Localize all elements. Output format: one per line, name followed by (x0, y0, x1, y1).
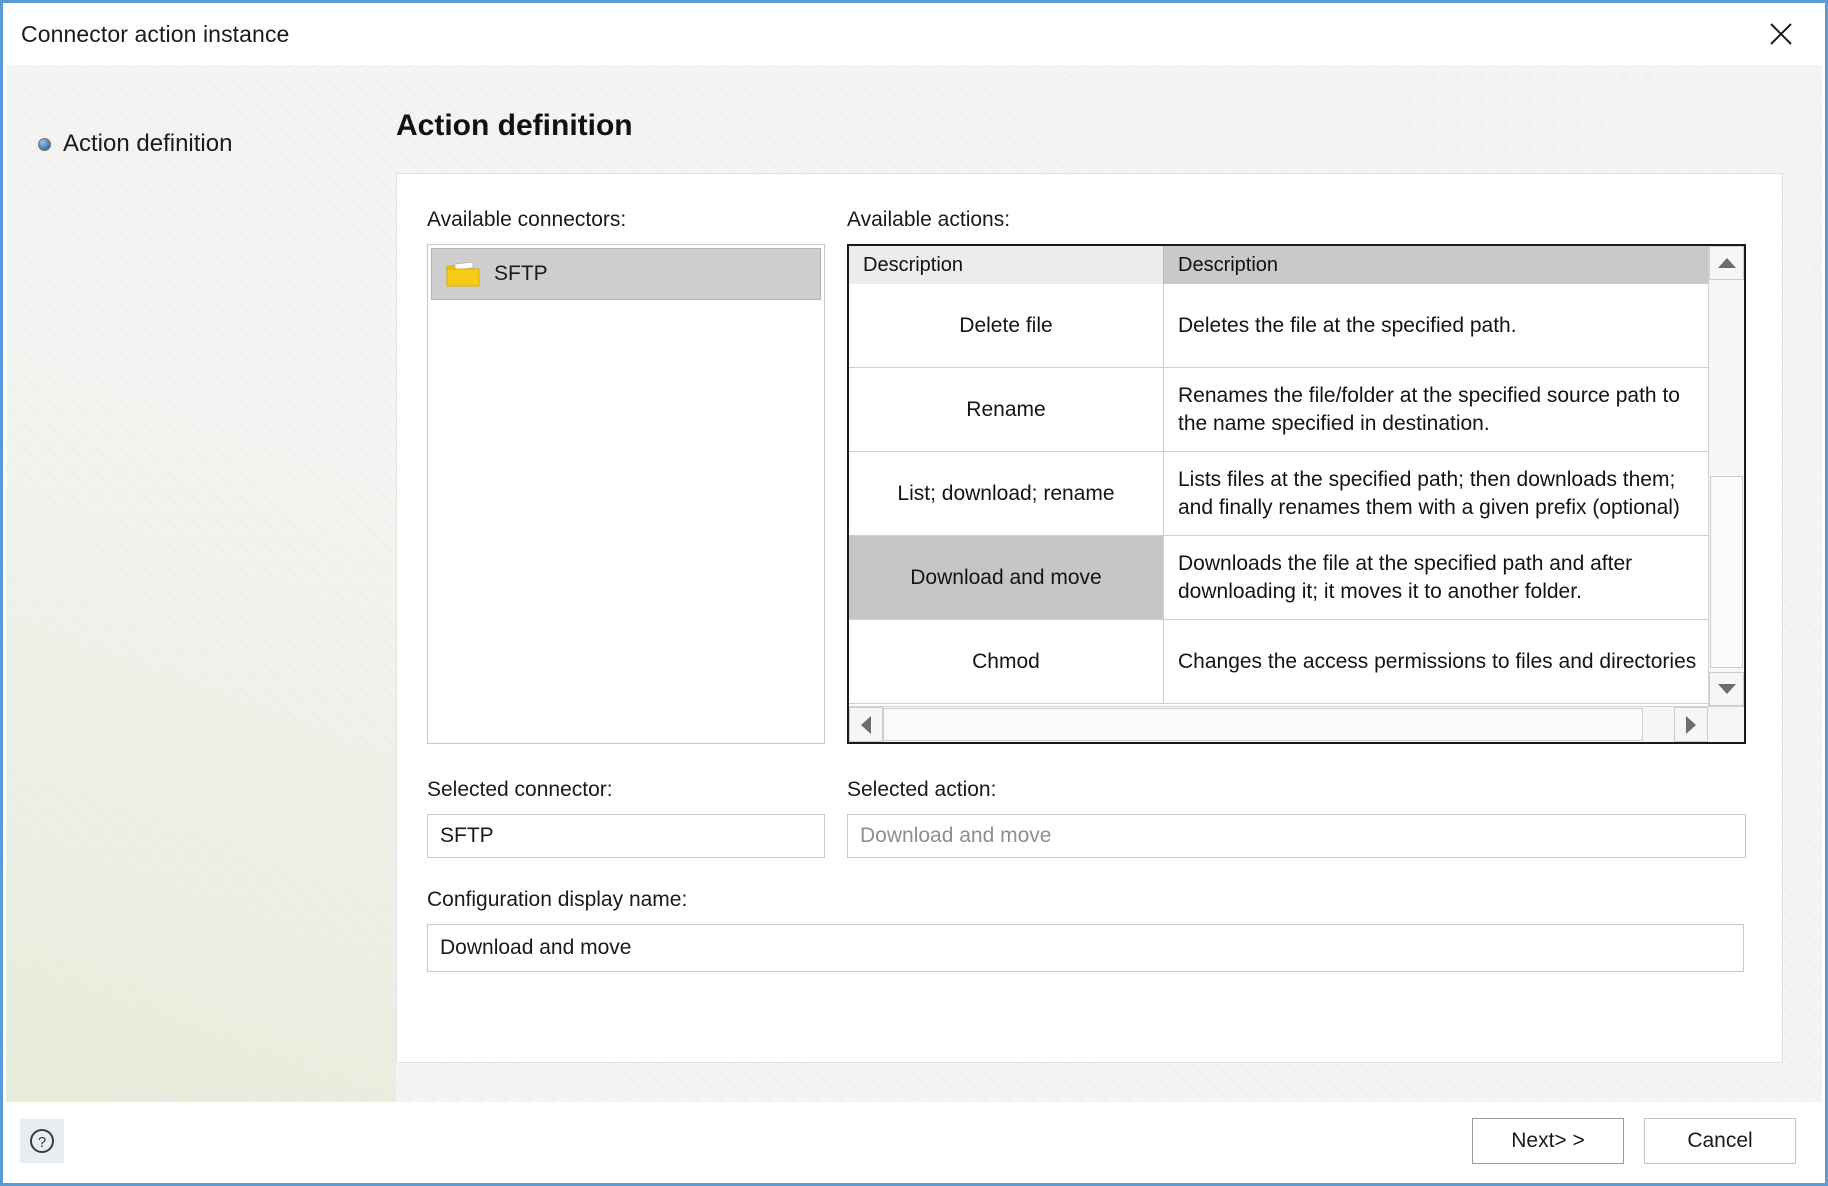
selected-connector-input[interactable]: SFTP (427, 814, 825, 858)
available-actions-grid[interactable]: Description Description Delete file Delet… (847, 244, 1746, 744)
main-content: Action definition Available connectors: (391, 65, 1822, 1105)
selected-action-group: Selected action: Download and move (847, 778, 1746, 858)
selected-action-label: Selected action: (847, 778, 997, 801)
footer-button-group: Next> > Cancel (1472, 1118, 1796, 1164)
help-button[interactable]: ? (20, 1119, 64, 1163)
next-button[interactable]: Next> > (1472, 1118, 1624, 1164)
action-name-cell[interactable]: Rename (849, 368, 1163, 451)
title-bar: Connector action instance (3, 3, 1825, 65)
scrollbar-corner (1708, 707, 1744, 742)
connector-item-sftp[interactable]: SFTP (431, 248, 821, 300)
arrow-left-icon (861, 715, 871, 734)
actions-horizontal-scrollbar[interactable] (849, 706, 1744, 742)
actions-section: Available actions: Description Descripti… (847, 208, 1746, 744)
scroll-down-button[interactable] (1709, 672, 1744, 706)
table-row[interactable]: Download and move Downloads the file at t… (849, 536, 1708, 620)
vertical-scroll-track[interactable] (1709, 280, 1744, 672)
cancel-button[interactable]: Cancel (1644, 1118, 1796, 1164)
scroll-up-button[interactable] (1709, 246, 1744, 280)
action-description-cell[interactable]: Deletes the file at the specified path. (1163, 284, 1708, 367)
action-description-cell[interactable]: Changes the access permissions to files … (1163, 620, 1708, 703)
horizontal-scroll-thumb[interactable] (883, 708, 1643, 741)
sidebar: Action definition (6, 65, 391, 1105)
close-button[interactable] (1755, 11, 1807, 57)
scroll-left-button[interactable] (849, 707, 883, 742)
actions-grid-body: Delete file Deletes the file at the speci… (849, 284, 1708, 706)
action-name-cell[interactable]: Download and move (849, 536, 1163, 619)
dialog-body: Action definition Action definition Avai… (6, 65, 1822, 1105)
page-title: Action definition (396, 109, 633, 142)
column-header-name[interactable]: Description (849, 246, 1163, 284)
svg-text:?: ? (38, 1134, 46, 1151)
selected-connector-group: Selected connector: SFTP (427, 778, 825, 858)
arrow-up-icon (1717, 258, 1736, 268)
dialog-footer: ? Next> > Cancel (6, 1102, 1822, 1180)
selected-connector-label: Selected connector: (427, 778, 613, 801)
table-row[interactable]: Delete file Deletes the file at the speci… (849, 284, 1708, 368)
configuration-display-name-input[interactable]: Download and move (427, 924, 1744, 972)
vertical-scroll-thumb[interactable] (1710, 476, 1743, 668)
connectors-section: Available connectors: SFTP (427, 208, 825, 744)
folder-icon (446, 261, 480, 287)
configuration-display-name-label: Configuration display name: (427, 888, 688, 911)
available-connectors-label: Available connectors: (427, 208, 627, 231)
horizontal-scroll-track[interactable] (883, 707, 1674, 742)
selected-action-input[interactable]: Download and move (847, 814, 1746, 858)
content-card: Available connectors: SFTP Available act… (396, 173, 1783, 1063)
connector-item-label: SFTP (494, 262, 548, 285)
action-name-cell[interactable]: List; download; rename (849, 452, 1163, 535)
action-name-cell[interactable]: Delete file (849, 284, 1163, 367)
arrow-right-icon (1686, 715, 1696, 734)
window-title: Connector action instance (21, 20, 290, 47)
column-header-description[interactable]: Description (1163, 246, 1708, 284)
actions-grid-header: Description Description (849, 246, 1708, 284)
arrow-down-icon (1717, 684, 1736, 694)
scroll-right-button[interactable] (1674, 707, 1708, 742)
sidebar-item-label: Action definition (63, 130, 233, 157)
action-description-cell[interactable]: Downloads the file at the specified path… (1163, 536, 1708, 619)
table-row[interactable]: Chmod Changes the access permissions to f… (849, 620, 1708, 704)
action-description-cell[interactable]: Lists files at the specified path; then … (1163, 452, 1708, 535)
actions-vertical-scrollbar[interactable] (1708, 246, 1744, 706)
available-connectors-list[interactable]: SFTP (427, 244, 825, 744)
table-row[interactable]: Rename Renames the file/folder at the spe… (849, 368, 1708, 452)
available-actions-label: Available actions: (847, 208, 1011, 231)
configuration-display-name-group: Configuration display name: Download and… (427, 888, 1744, 972)
action-description-cell[interactable]: Renames the file/folder at the specified… (1163, 368, 1708, 451)
sidebar-item-action-definition[interactable]: Action definition (6, 127, 391, 161)
bullet-diamond-icon (38, 137, 51, 151)
help-question-icon: ? (30, 1129, 54, 1153)
action-name-cell[interactable]: Chmod (849, 620, 1163, 703)
table-row[interactable]: List; download; rename Lists files at the… (849, 452, 1708, 536)
close-icon (1770, 23, 1792, 45)
